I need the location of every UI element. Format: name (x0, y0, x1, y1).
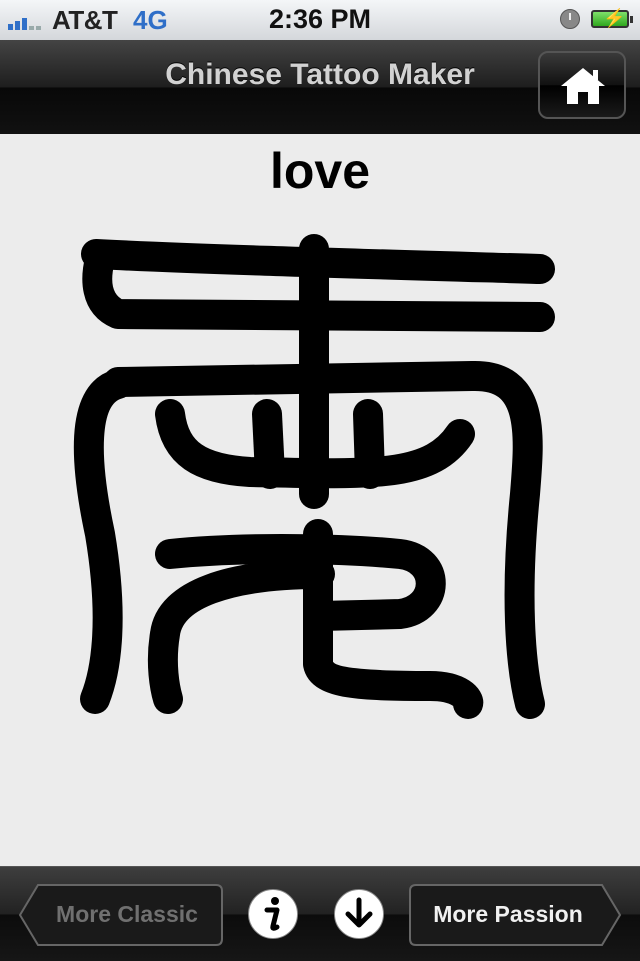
status-bar: AT&T 4G 2:36 PM ⚡ (0, 0, 640, 41)
info-icon (264, 897, 280, 931)
tattoo-display: love (0, 134, 640, 866)
more-classic-label: More Classic (56, 901, 198, 927)
more-passion-label: More Passion (433, 901, 583, 927)
home-button[interactable] (538, 51, 626, 119)
alarm-clock-icon (560, 9, 580, 29)
home-icon (561, 68, 605, 104)
seal-script-character-icon (73, 234, 555, 719)
status-time: 2:36 PM (268, 4, 372, 34)
more-classic-button[interactable]: More Classic (18, 883, 224, 947)
battery-charging-icon: ⚡ (591, 8, 633, 28)
info-button[interactable] (248, 889, 298, 939)
word-title: love (269, 143, 371, 199)
download-icon (345, 897, 373, 928)
bottom-toolbar: More Classic More Passion (0, 866, 640, 961)
navigation-bar: Chinese Tattoo Maker (0, 40, 640, 134)
more-passion-button[interactable]: More Passion (408, 883, 622, 947)
download-button[interactable] (334, 889, 384, 939)
